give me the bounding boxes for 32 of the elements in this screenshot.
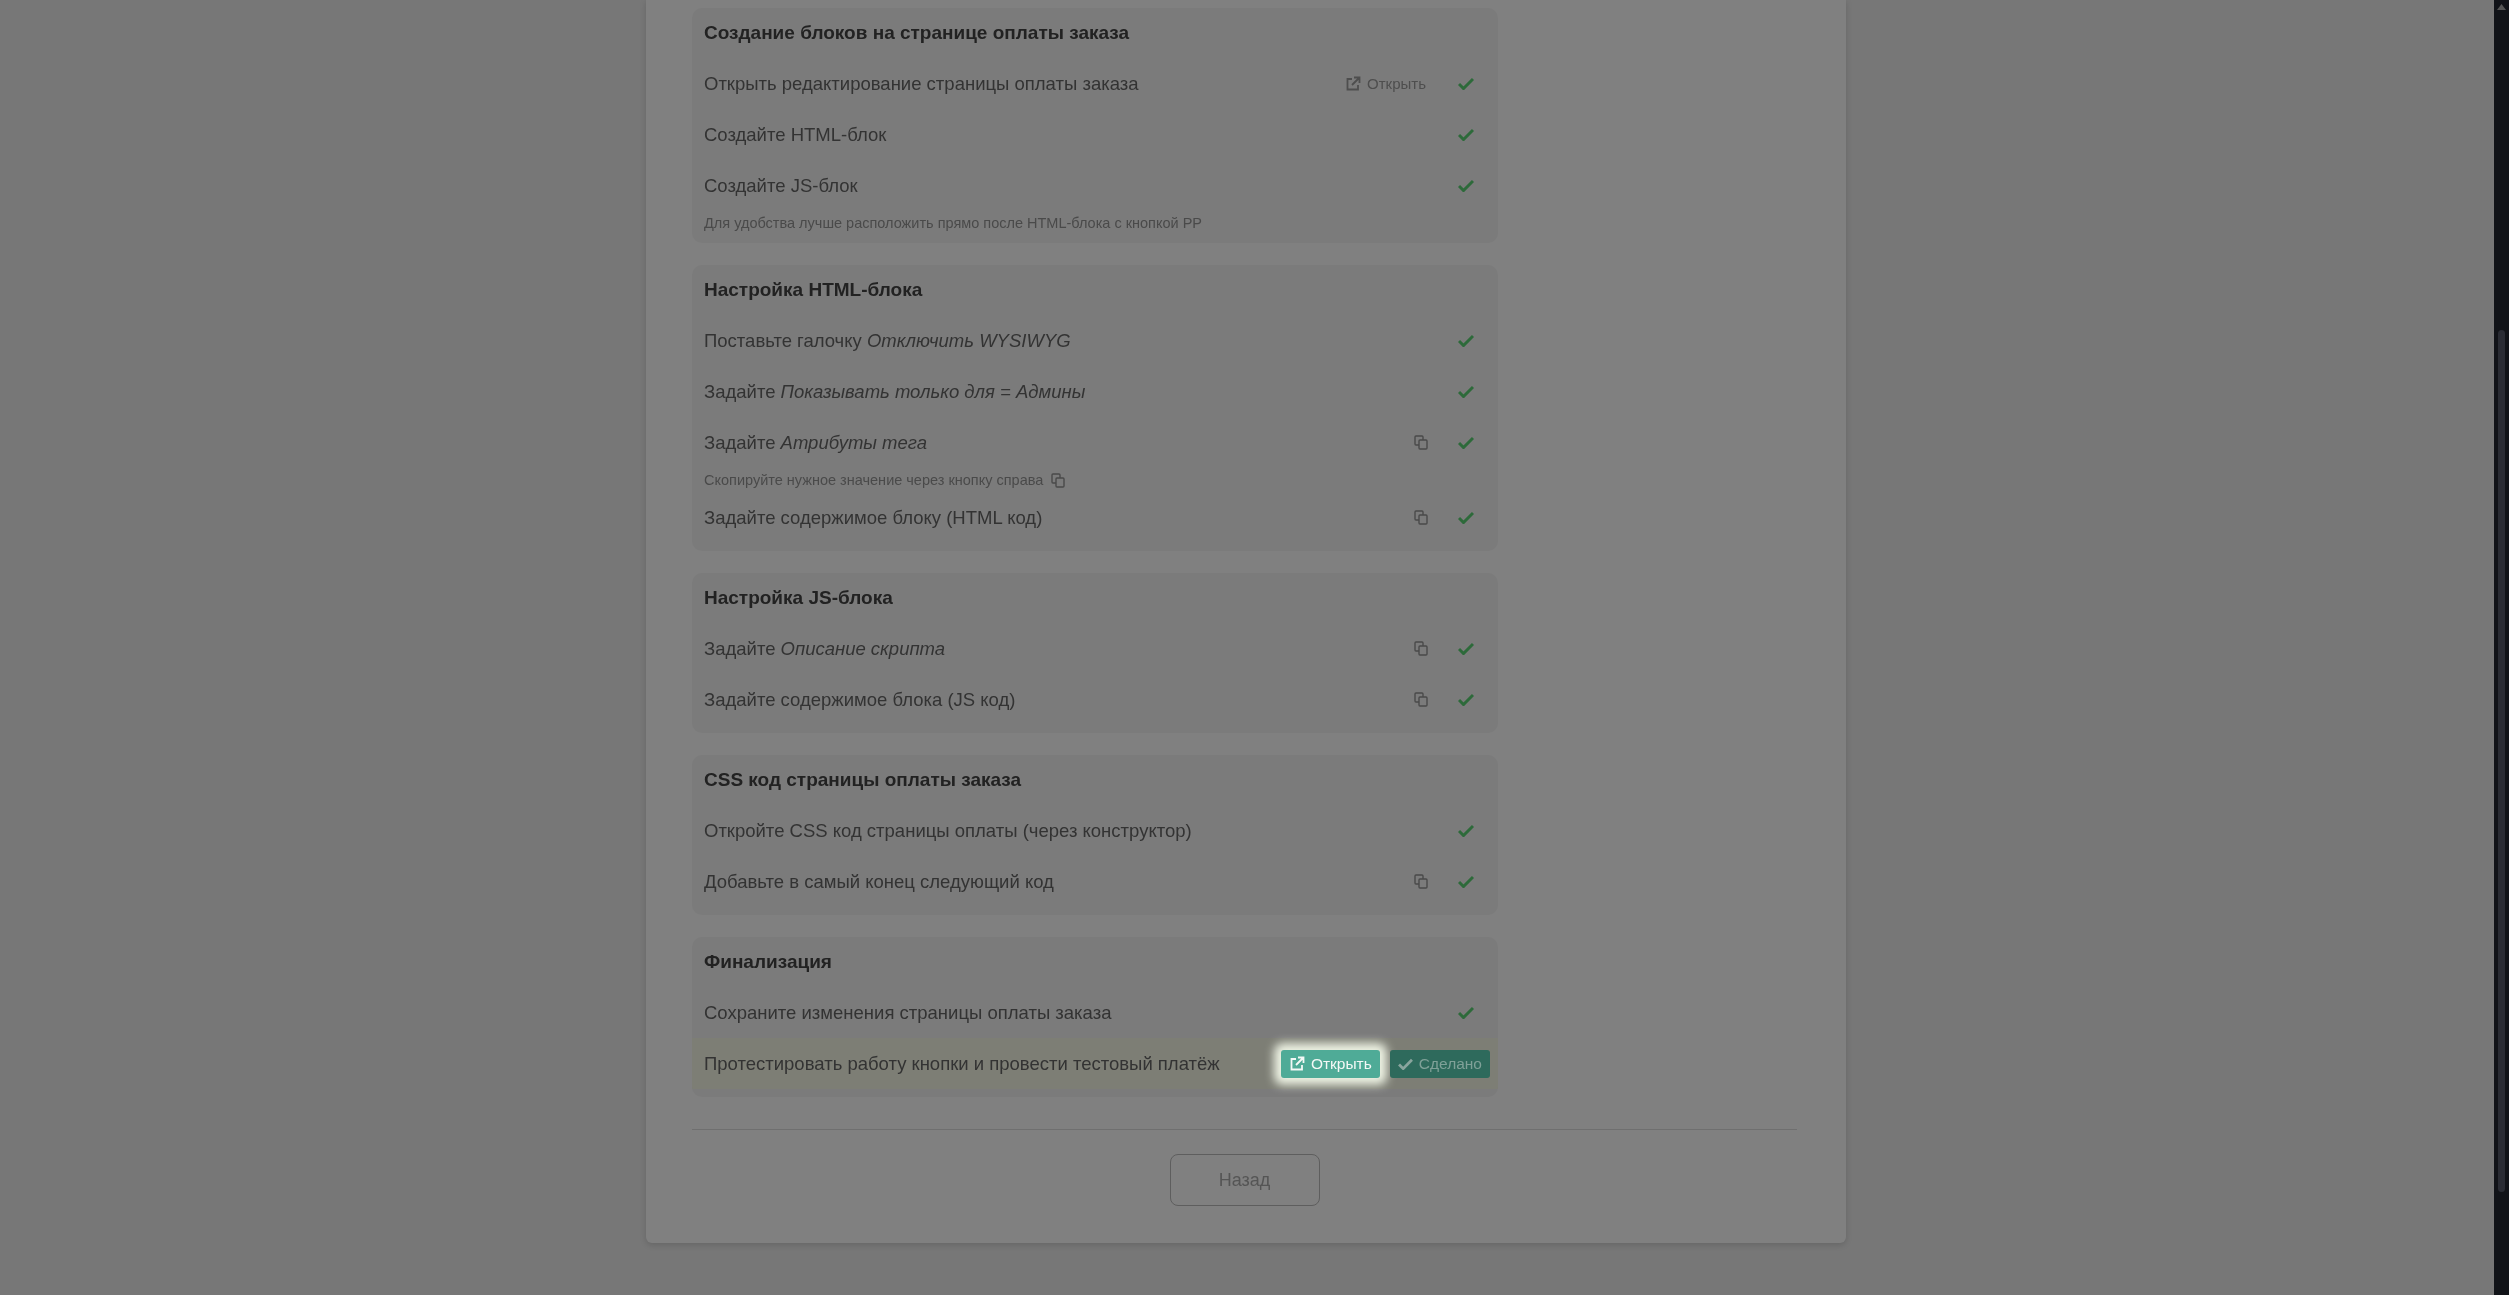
step-text: Сохраните изменения страницы оплаты заказа [704, 1001, 1113, 1024]
copy-icon[interactable] [1414, 641, 1428, 656]
step-text: Открыть редактирование страницы оплаты заказа [704, 72, 1140, 95]
scroll-up-icon[interactable] [2497, 4, 2506, 10]
external-link-icon [1345, 75, 1362, 92]
step-text: Создайте HTML-блок [704, 123, 888, 146]
section-title: CSS код страницы оплаты заказа [703, 768, 1023, 792]
check-icon [1397, 1057, 1413, 1070]
copy-icon[interactable] [1414, 874, 1428, 889]
scrollbar-thumb[interactable] [2498, 330, 2505, 1192]
step-text: Откройте CSS код страницы оплаты (через конструктор) [704, 819, 1193, 842]
copy-icon[interactable] [1414, 510, 1428, 525]
step-text: Поставьте галочку Отключить WYSIWYG [704, 329, 1072, 352]
step-text: Задайте содержимое блоку (HTML код) [704, 506, 1044, 529]
scrollbar[interactable] [2494, 0, 2509, 1295]
step-text: Задайте Описание скрипта [704, 637, 947, 660]
copy-icon[interactable] [1051, 472, 1066, 488]
section-title: Создание блоков на странице оплаты заказа [703, 21, 1131, 45]
section-title: Настройка HTML-блока [703, 278, 924, 302]
step-text: Задайте содержимое блока (JS код) [704, 688, 1017, 711]
open-button[interactable]: Открыть [1280, 1049, 1380, 1078]
done-button[interactable]: Сделано [1389, 1049, 1490, 1078]
copy-icon[interactable] [1414, 435, 1428, 450]
section-title: Настройка JS-блока [703, 586, 894, 610]
external-link-icon [1288, 1055, 1305, 1072]
step-text: Создайте JS-блок [704, 174, 859, 197]
section-title: Финализация [703, 950, 833, 974]
step-text: Задайте Показывать только для = Админы [704, 380, 1087, 403]
step-text: Задайте Атрибуты тега [704, 431, 928, 454]
step-text: Протестировать работу кнопки и провести тестовый платёж [704, 1052, 1221, 1075]
step-text: Добавьте в самый конец следующий код [704, 870, 1055, 893]
copy-icon[interactable] [1414, 692, 1428, 707]
